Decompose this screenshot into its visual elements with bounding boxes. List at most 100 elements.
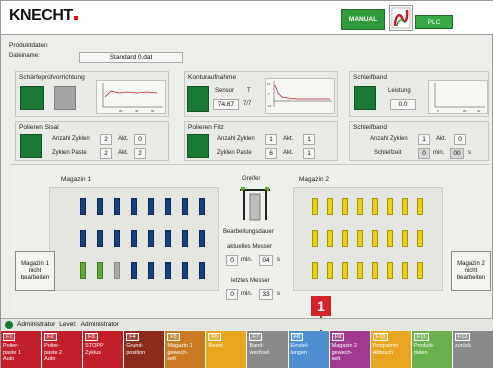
magazine-slot[interactable] xyxy=(312,230,318,247)
callout-badge: 1 xyxy=(311,296,331,316)
magazine-slot[interactable] xyxy=(148,262,154,279)
function-key-f3[interactable]: F3 STOPP Zyklus xyxy=(83,331,125,368)
function-key-id: F9 xyxy=(331,333,345,341)
power-value: 0.0 xyxy=(390,99,416,110)
manual-mode-button[interactable]: MANUAL xyxy=(341,9,385,30)
current-sec-label: s xyxy=(277,257,280,263)
current-min-value: 0 xyxy=(226,255,238,266)
magazine-slot[interactable] xyxy=(417,230,423,247)
function-key-label: Programm Abbruch xyxy=(372,343,399,356)
magazine-slot[interactable] xyxy=(114,230,120,247)
magazine-slot[interactable] xyxy=(80,230,86,247)
function-key-id: F3 xyxy=(85,333,98,341)
magazine-slot[interactable] xyxy=(165,230,171,247)
magazine-slot[interactable] xyxy=(357,230,363,247)
function-key-f9[interactable]: F9 Magazin 2 gewech- selt xyxy=(329,331,371,368)
last-sec-label: s xyxy=(277,291,280,297)
sisal-paste-akt: 2 xyxy=(134,148,146,159)
belt1-chart-svg: 0 20 40 xyxy=(434,83,485,113)
function-key-f1[interactable]: F1 Polier- paste 1 Auto xyxy=(1,331,43,368)
sharpness-chart: 20 40 60 xyxy=(96,80,166,114)
svg-text:14: 14 xyxy=(267,82,271,86)
magazine-slot[interactable] xyxy=(387,230,393,247)
machine-state-icon[interactable] xyxy=(389,5,413,31)
magazine-slot[interactable] xyxy=(182,198,188,215)
sisal-status-green xyxy=(20,134,42,158)
svg-text:-7: -7 xyxy=(267,92,270,96)
filz-paste-label: Zyklen Paste xyxy=(217,150,252,156)
magazine-slot[interactable] xyxy=(131,230,137,247)
function-key-id: F1 xyxy=(3,333,16,341)
magazine-slot[interactable] xyxy=(97,230,103,247)
magazine-slot[interactable] xyxy=(342,198,348,215)
belt2-time-label: Schleifzeit xyxy=(374,150,402,156)
magazine-slot[interactable] xyxy=(97,262,103,279)
function-key-f7[interactable]: F7 Band- wechsel xyxy=(247,331,289,368)
function-key-f10[interactable]: F10 Programm Abbruch xyxy=(370,331,412,368)
magazine-slot[interactable] xyxy=(357,262,363,279)
user-name: Administrator xyxy=(17,321,56,328)
function-key-id: F8 xyxy=(290,333,303,341)
svg-text:40: 40 xyxy=(477,109,481,113)
magazine-slot[interactable] xyxy=(182,230,188,247)
magazine-slot[interactable] xyxy=(372,198,378,215)
magazine-slot[interactable] xyxy=(342,230,348,247)
sisal-paste-akt-label: Akt. xyxy=(118,150,129,156)
function-key-label: Polier- paste 2 Auto xyxy=(44,343,63,362)
function-key-f2[interactable]: F2 Polier- paste 2 Auto xyxy=(42,331,84,368)
sensor-unit: T xyxy=(247,88,251,94)
magazine-slot[interactable] xyxy=(402,198,408,215)
magazine-slot[interactable] xyxy=(131,198,137,215)
plc-status-button[interactable]: PLC xyxy=(415,15,453,29)
magazine-slot[interactable] xyxy=(148,230,154,247)
magazine-slot[interactable] xyxy=(199,230,205,247)
magazine-slot[interactable] xyxy=(165,198,171,215)
function-key-f5[interactable]: F5 Magazin 1 gewech- selt xyxy=(165,331,207,368)
magazine-slot[interactable] xyxy=(165,262,171,279)
function-key-f11[interactable]: F11 Produkt- daten xyxy=(411,331,453,368)
magazine-slot[interactable] xyxy=(131,262,137,279)
magazine-slot[interactable] xyxy=(357,198,363,215)
magazine-slot[interactable] xyxy=(148,198,154,215)
magazine-slot[interactable] xyxy=(417,262,423,279)
function-key-label: Polier- paste 1 Auto xyxy=(3,343,22,362)
magazine-slot[interactable] xyxy=(80,262,86,279)
current-min-label: min. xyxy=(241,257,253,263)
magazine-slot[interactable] xyxy=(372,262,378,279)
magazine-slot[interactable] xyxy=(312,262,318,279)
magazine-slot[interactable] xyxy=(387,262,393,279)
file-name-label: Dateiname: xyxy=(9,53,40,59)
filz-cycles-akt: 1 xyxy=(303,134,315,145)
magazine-slot[interactable] xyxy=(417,198,423,215)
belt2-cycles-akt: 0 xyxy=(454,134,466,145)
hmi-screen: KNECHT MANUAL PLC Produktdaten Dateiname… xyxy=(0,0,493,368)
function-key-f4[interactable]: F4 Grund- position xyxy=(124,331,166,368)
magazine-slot[interactable] xyxy=(114,262,120,279)
magazine-slot[interactable] xyxy=(312,198,318,215)
magazine-slot[interactable] xyxy=(402,262,408,279)
magazine-slot[interactable] xyxy=(327,198,333,215)
magazine-slot[interactable] xyxy=(342,262,348,279)
belt2-sec-value: 00 xyxy=(450,148,464,159)
magazine-slot[interactable] xyxy=(182,262,188,279)
magazine-slot[interactable] xyxy=(327,230,333,247)
magazine-slot[interactable] xyxy=(372,230,378,247)
magazine2-tray xyxy=(293,187,443,291)
magazine1-skip-button[interactable]: Magazin 1 nicht bearbeiten xyxy=(15,251,55,291)
magazine-slot[interactable] xyxy=(387,198,393,215)
magazine-slot[interactable] xyxy=(327,262,333,279)
function-key-f8[interactable]: F8 Einstel- lungen xyxy=(288,331,330,368)
function-key-id: F5 xyxy=(167,333,180,341)
magazine-slot[interactable] xyxy=(199,262,205,279)
filz-title: Polieren Filz xyxy=(188,124,224,131)
magazine-slot[interactable] xyxy=(114,198,120,215)
sisal-paste-value: 2 xyxy=(100,148,112,159)
magazine-slot[interactable] xyxy=(80,198,86,215)
magazine-slot[interactable] xyxy=(402,230,408,247)
function-key-f12[interactable]: F12 zurück xyxy=(452,331,493,368)
magazine2-skip-button[interactable]: Magazin 2 nicht bearbeiten xyxy=(451,251,491,291)
function-key-f6[interactable]: F6 Reset xyxy=(206,331,248,368)
magazine-slot[interactable] xyxy=(199,198,205,215)
sisal-paste-label: Zyklen Paste xyxy=(52,150,87,156)
magazine-slot[interactable] xyxy=(97,198,103,215)
